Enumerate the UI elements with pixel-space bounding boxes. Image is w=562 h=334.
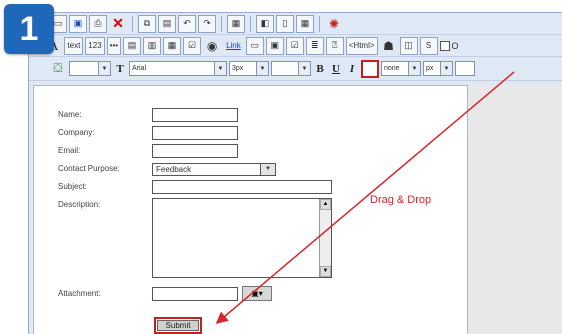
columns-icon[interactable]: ◫ — [399, 36, 418, 55]
toolbar-row-3: ⛋ ▼ T Arial ▼ 3px ▼ ▼ B U I none ▼ px ▼ — [29, 57, 562, 81]
toolbar-row-1: ▭ ▣ ⎙ ✕ ⧉ ▤ ↶ ↷ ▦ ◧ ▯ ▦ ✺ — [29, 13, 562, 35]
scroll-down-icon[interactable]: ▼ — [320, 266, 331, 277]
font-size-select[interactable]: 3px ▼ — [229, 61, 269, 76]
number-field-button[interactable]: 123 — [85, 36, 105, 55]
checkbox-box[interactable] — [439, 40, 450, 51]
chevron-down-icon: ▼ — [298, 62, 310, 75]
subject-input[interactable] — [152, 180, 332, 194]
browse-button[interactable]: ▣▾ — [242, 286, 272, 301]
chevron-down-icon: ▼ — [408, 62, 420, 75]
user-icon[interactable]: ☗ — [380, 37, 398, 55]
html-button[interactable]: <Html> — [345, 36, 378, 55]
company-label: Company: — [58, 128, 95, 137]
border-style-select[interactable]: none ▼ — [381, 61, 421, 76]
submit-highlight: Submit — [154, 317, 202, 334]
checkbox-icon[interactable]: ☑ — [285, 36, 304, 55]
preview-icon[interactable]: ◧ — [256, 14, 274, 33]
undo-icon[interactable]: ↶ — [178, 14, 196, 33]
image-icon[interactable]: ▦ — [227, 14, 245, 33]
email-label: Email: — [58, 146, 81, 155]
underline-button[interactable]: U — [329, 63, 343, 75]
table-icon[interactable]: ▦ — [163, 36, 182, 55]
link-button[interactable]: Link — [223, 37, 244, 55]
field-icon[interactable]: ▭ — [245, 36, 264, 55]
paste-icon[interactable]: ▤ — [158, 14, 176, 33]
toolbar-separator — [250, 15, 251, 32]
unit-select[interactable]: px ▼ — [423, 61, 453, 76]
grid-icon[interactable]: ▦ — [296, 14, 314, 33]
save-icon[interactable]: ▣ — [69, 14, 87, 33]
submit-button[interactable]: Submit — [157, 320, 199, 331]
chevron-down-icon: ▼ — [440, 62, 452, 75]
email-input[interactable] — [152, 144, 238, 158]
form-icon[interactable]: ▥ — [143, 36, 162, 55]
checkbox-icon[interactable]: ☑ — [183, 36, 202, 55]
image-button-icon[interactable]: ▣ — [265, 36, 284, 55]
checkbox-label: O — [451, 40, 459, 51]
chevron-down-icon: ▼ — [260, 164, 275, 175]
form-design-canvas: Name: Company: Email: Contact Purpose: F… — [33, 85, 468, 334]
font-weight-select[interactable]: ▼ — [271, 61, 311, 76]
name-input[interactable] — [152, 108, 238, 122]
toolbar-separator — [221, 15, 222, 32]
text-tool-icon[interactable]: T — [113, 63, 127, 75]
subject-label: Subject: — [58, 182, 87, 191]
style-select[interactable]: ▼ — [69, 61, 111, 76]
textarea-icon[interactable]: ▤ — [123, 36, 142, 55]
submit-button-tool-icon[interactable]: S — [419, 36, 438, 55]
toolbar-checkbox[interactable]: O — [439, 40, 459, 51]
document-icon[interactable]: ▯ — [276, 14, 294, 33]
description-scrollbar[interactable]: ▲ ▼ — [319, 199, 331, 277]
editor-window: ▭ ▣ ⎙ ✕ ⧉ ▤ ↶ ↷ ▦ ◧ ▯ ▦ ✺ A text 123 •••… — [28, 12, 562, 334]
chevron-down-icon: ▼ — [214, 62, 226, 75]
password-field-button[interactable]: ••• — [106, 36, 122, 55]
font-family-select[interactable]: Arial ▼ — [129, 61, 227, 76]
hidden-field-icon[interactable]: ⍰ — [325, 36, 344, 55]
toolbar-separator — [319, 15, 320, 32]
company-input[interactable] — [152, 126, 238, 140]
print-icon[interactable]: ⎙ — [89, 14, 107, 33]
italic-button[interactable]: I — [345, 63, 359, 75]
extra-select[interactable] — [455, 61, 475, 76]
name-label: Name: — [58, 110, 82, 119]
copy-icon[interactable]: ⧉ — [138, 14, 156, 33]
redo-icon[interactable]: ↷ — [198, 14, 216, 33]
description-textarea[interactable]: ▲ ▼ — [152, 198, 332, 278]
step-number-badge: 1 — [4, 4, 54, 54]
radio-icon[interactable]: ◉ — [203, 37, 221, 55]
contact-purpose-select[interactable]: Feedback ▼ — [152, 163, 276, 176]
list-icon[interactable]: ≣ — [305, 36, 324, 55]
chevron-down-icon: ▼ — [256, 62, 268, 75]
text-field-button[interactable]: text — [64, 36, 84, 55]
world-icon[interactable]: ✺ — [325, 15, 343, 33]
side-panel — [468, 85, 562, 334]
toolbar-separator — [132, 15, 133, 32]
attachment-input[interactable] — [152, 287, 238, 301]
toolbar-row-2: A text 123 ••• ▤ ▥ ▦ ☑ ◉ Link ▭ ▣ ☑ ≣ ⍰ … — [29, 35, 562, 57]
drag-drop-annotation: Drag & Drop — [370, 194, 432, 206]
bold-button[interactable]: B — [313, 63, 327, 75]
scroll-up-icon[interactable]: ▲ — [320, 199, 331, 210]
chevron-down-icon: ▼ — [98, 62, 110, 75]
color-swatch-icon[interactable] — [361, 59, 379, 78]
delete-icon[interactable]: ✕ — [109, 15, 127, 33]
paint-icon[interactable]: ⛋ — [49, 60, 67, 78]
contact-purpose-label: Contact Purpose: — [58, 164, 120, 173]
attachment-label: Attachment: — [58, 289, 101, 298]
description-label: Description: — [58, 200, 101, 209]
